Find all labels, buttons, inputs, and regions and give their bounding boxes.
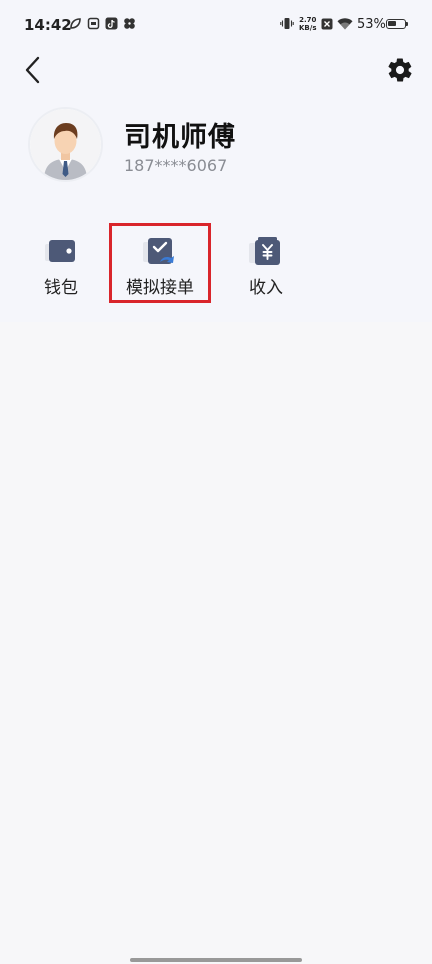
- vibrate-icon: [280, 18, 294, 29]
- menu-item-wallet[interactable]: 钱包: [13, 226, 109, 304]
- order-check-icon: [143, 238, 174, 264]
- status-time: 14:42: [24, 16, 72, 34]
- app-clover-icon: [124, 18, 135, 29]
- menu-item-simulate-order[interactable]: 模拟接单: [112, 226, 208, 304]
- battery-percent: 53%: [357, 17, 386, 32]
- user-name: 司机师傅: [124, 122, 236, 153]
- chevron-left-icon: [25, 56, 40, 84]
- home-indicator[interactable]: [130, 958, 302, 962]
- status-bar: 14:42 2.70 KB/s 53%: [0, 0, 432, 50]
- menu-label-wallet: 钱包: [44, 278, 78, 298]
- app-leaf-icon: [70, 18, 81, 29]
- app-box-icon: [87, 17, 100, 30]
- avatar[interactable]: [30, 109, 101, 180]
- tiktok-icon: [105, 17, 118, 30]
- menu-item-income[interactable]: 收入: [218, 226, 314, 304]
- user-phone: 187****6067: [124, 156, 228, 175]
- user-avatar-icon: [30, 109, 101, 180]
- menu-label-income: 收入: [249, 278, 283, 298]
- wallet-icon: [45, 240, 75, 262]
- no-sim-icon: [321, 18, 333, 30]
- battery-tip: [406, 22, 408, 26]
- back-button[interactable]: [20, 54, 50, 86]
- gear-icon: [388, 58, 412, 82]
- battery-level-fill: [388, 21, 396, 26]
- wifi-icon: [337, 18, 353, 30]
- network-speed: 2.70 KB/s: [299, 16, 317, 32]
- income-yen-icon: [249, 237, 280, 265]
- battery-icon: [386, 19, 406, 29]
- menu-label-simulate-order: 模拟接单: [126, 278, 194, 298]
- settings-button[interactable]: [386, 56, 414, 84]
